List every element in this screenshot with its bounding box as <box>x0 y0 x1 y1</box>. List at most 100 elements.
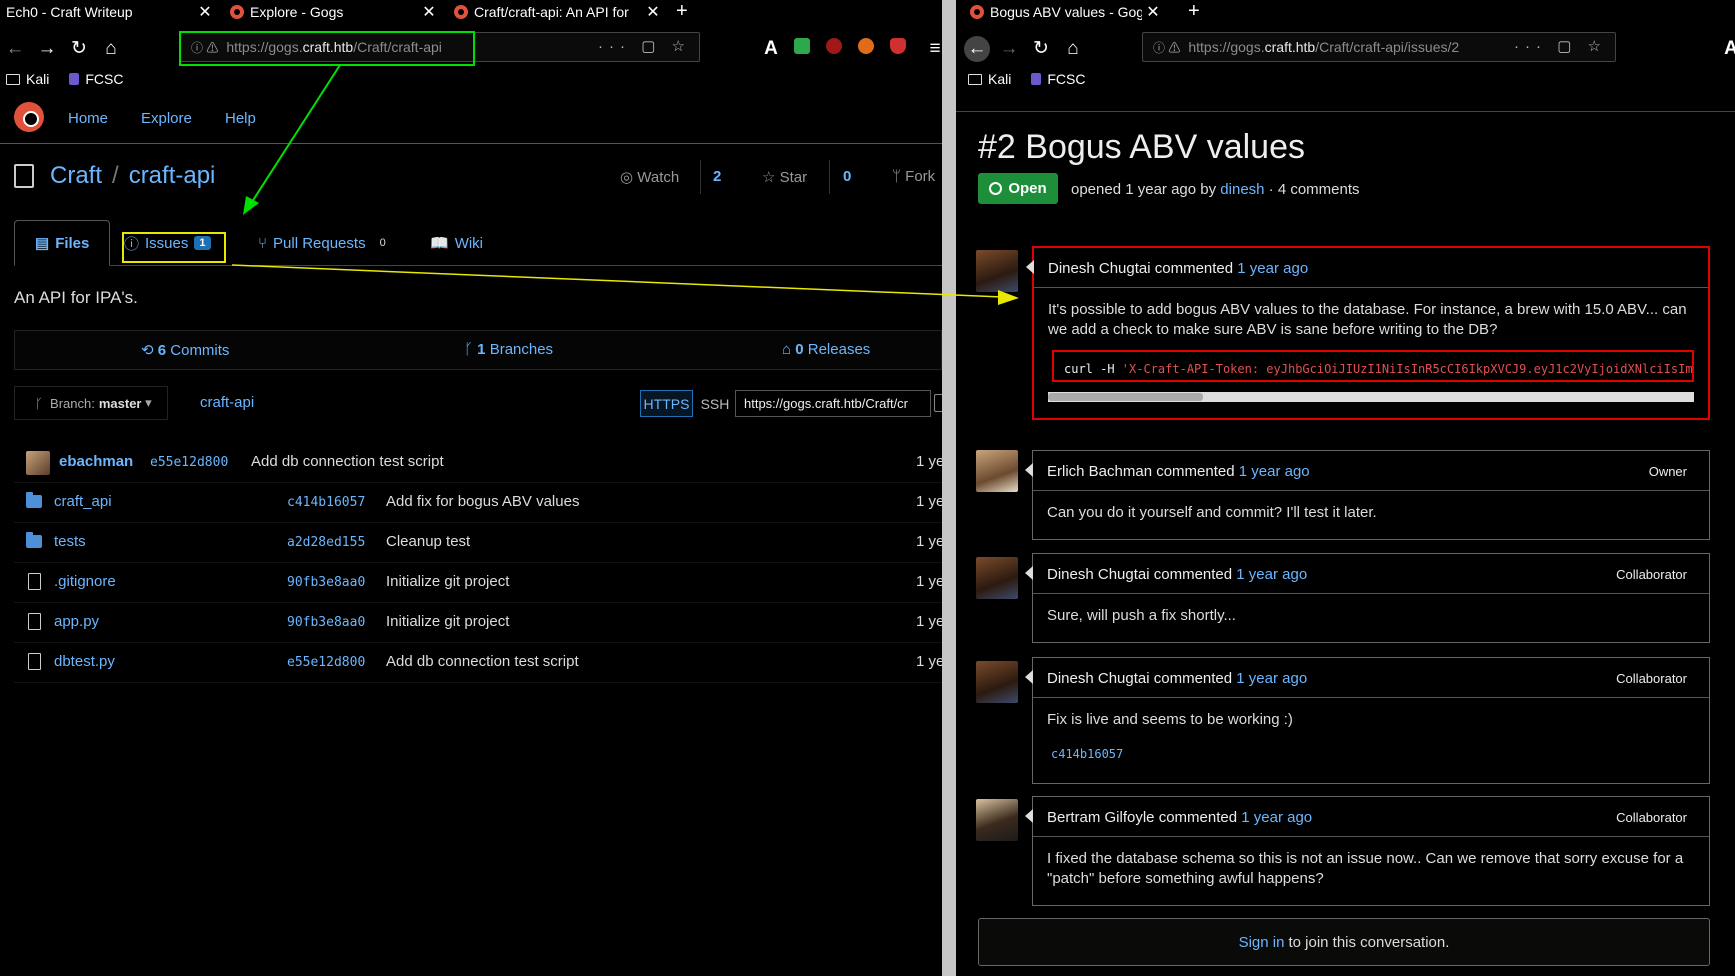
ublock-icon[interactable] <box>826 38 842 54</box>
comment-time-link[interactable]: 1 year ago <box>1236 566 1307 583</box>
tab-issues[interactable]: ⓘ Issues 1 <box>124 220 211 266</box>
close-icon[interactable]: ✕ <box>1142 2 1164 22</box>
home-icon[interactable]: ⌂ <box>98 36 124 62</box>
comment-body: Fix is live and seems to be working :) c… <box>1033 698 1709 776</box>
file-name-link[interactable]: dbtest.py <box>54 653 115 670</box>
file-name-link[interactable]: app.py <box>54 613 99 630</box>
page-actions-icon[interactable]: ··· ▢ ☆ <box>1514 37 1607 55</box>
new-tab-icon[interactable]: + <box>676 0 688 22</box>
avatar[interactable] <box>976 799 1018 841</box>
commit-sha-link[interactable]: e55e12d800 <box>287 655 365 670</box>
signin-link[interactable]: Sign in <box>1239 934 1285 951</box>
forward-icon[interactable]: → <box>996 36 1022 62</box>
clone-url-input[interactable]: https://gogs.craft.htb/Craft/cr <box>735 390 931 417</box>
horizontal-scrollbar[interactable] <box>1048 392 1694 402</box>
gogs-logo-icon[interactable] <box>14 102 44 132</box>
forward-icon[interactable]: → <box>34 36 60 62</box>
avatar[interactable] <box>976 661 1018 703</box>
new-tab-icon[interactable]: + <box>1188 0 1200 22</box>
role-badge: Collaborator <box>1616 810 1687 825</box>
branch-dropdown[interactable]: ᚴ Branch: master ▾ <box>14 386 168 420</box>
tab-explore[interactable]: Explore - Gogs ✕ <box>224 0 440 24</box>
comment-pointer <box>1026 260 1034 274</box>
comment-body: I fixed the database schema so this is n… <box>1047 850 1684 887</box>
repo-owner-link[interactable]: Craft <box>50 162 102 190</box>
ssh-button[interactable]: SSH <box>697 390 733 417</box>
tab-title: Explore - Gogs <box>250 4 344 20</box>
watch-button[interactable]: ◎ Watch <box>620 168 679 186</box>
commit-sha-link[interactable]: c414b16057 <box>287 495 365 510</box>
commit-sha-link[interactable]: e55e12d800 <box>150 455 228 470</box>
avatar[interactable] <box>976 557 1018 599</box>
commit-sha-link[interactable]: 90fb3e8aa0 <box>287 615 365 630</box>
bookmark-kali[interactable]: Kali <box>6 71 49 87</box>
back-icon[interactable]: ← <box>2 36 28 62</box>
avatar[interactable] <box>976 250 1018 292</box>
file-name-link[interactable]: craft_api <box>54 493 112 510</box>
comment-time-link[interactable]: 1 year ago <box>1239 463 1310 480</box>
close-icon[interactable]: ✕ <box>418 2 440 22</box>
url-domain: craft.htb <box>1264 39 1316 55</box>
branches-link[interactable]: ᚴ 1 Branches <box>464 341 553 358</box>
comment-text: It's possible to add bogus ABV values to… <box>1048 301 1687 338</box>
reload-icon[interactable]: ↻ <box>1028 36 1054 62</box>
tab-wiki[interactable]: 📖 Wiki <box>430 220 483 266</box>
tab-craft-api[interactable]: Craft/craft-api: An API for ✕ <box>448 0 664 24</box>
tab-writeup[interactable]: Ech0 - Craft Writeup ✕ <box>0 0 216 24</box>
bookmark-kali[interactable]: Kali <box>968 71 1011 87</box>
extension-green-icon[interactable] <box>794 38 810 54</box>
folder-icon <box>26 532 42 548</box>
watch-count[interactable]: 2 <box>713 168 721 185</box>
nav-home-link[interactable]: Home <box>68 110 108 127</box>
star-count[interactable]: 0 <box>843 168 851 185</box>
star-button[interactable]: ☆ Star <box>762 168 807 186</box>
comment-time-link[interactable]: 1 year ago <box>1237 260 1308 277</box>
bookmark-fcsc[interactable]: FCSC <box>69 71 123 87</box>
comment-time-link[interactable]: 1 year ago <box>1236 670 1307 687</box>
https-button[interactable]: HTTPS <box>640 390 693 417</box>
reader-icon[interactable]: A <box>1718 36 1735 62</box>
extension-fox-icon[interactable] <box>858 38 874 54</box>
url-bar[interactable]: ⓘ ⚠ https://gogs. craft.htb/Craft/craft-a… <box>180 32 700 62</box>
tag-icon: ⌂ <box>782 341 796 358</box>
right-browser-window: Bogus ABV values - Gogs ✕ + ← → ↻ ⌂ ⓘ ⚠ … <box>956 0 1735 976</box>
issue-title: #2 Bogus ABV values <box>978 128 1306 166</box>
file-name-link[interactable]: .gitignore <box>54 573 116 590</box>
url-bar[interactable]: ⓘ ⚠ https://gogs. craft.htb/Craft/craft-a… <box>1142 32 1616 62</box>
comment-verb: commented <box>1152 463 1239 480</box>
tab-bogus-abv[interactable]: Bogus ABV values - Gogs ✕ <box>964 0 1164 24</box>
author-link[interactable]: dinesh <box>1220 181 1264 198</box>
commit-sha-link[interactable]: a2d28ed155 <box>287 535 365 550</box>
comment-time-link[interactable]: 1 year ago <box>1241 809 1312 826</box>
avatar[interactable] <box>26 451 50 475</box>
releases-link[interactable]: ⌂ 0 Releases <box>782 341 870 358</box>
reader-icon[interactable]: A <box>758 36 784 62</box>
menu-icon[interactable]: ≡ <box>922 36 942 62</box>
bookmark-fcsc[interactable]: FCSC <box>1031 71 1085 87</box>
home-icon[interactable]: ⌂ <box>1060 36 1086 62</box>
fork-button[interactable]: ᛘ Fork <box>892 168 935 185</box>
tab-files[interactable]: ▤ Files <box>14 220 111 266</box>
copy-icon[interactable] <box>934 394 942 412</box>
issues-count-badge: 1 <box>194 236 211 250</box>
back-icon[interactable]: ← <box>964 36 990 62</box>
commit-author-link[interactable]: ebachman <box>59 453 133 470</box>
avatar[interactable] <box>976 450 1018 492</box>
close-icon[interactable]: ✕ <box>642 2 664 22</box>
repo-root-link[interactable]: craft-api <box>200 394 254 411</box>
file-name-link[interactable]: tests <box>54 533 86 550</box>
status-badge: Open <box>978 173 1058 204</box>
shield-icon[interactable] <box>890 38 906 54</box>
commit-sha-link[interactable]: c414b16057 <box>1051 747 1123 761</box>
reload-icon[interactable]: ↻ <box>66 36 92 62</box>
nav-help-link[interactable]: Help <box>225 110 256 127</box>
commit-sha-link[interactable]: 90fb3e8aa0 <box>287 575 365 590</box>
commits-link[interactable]: ⟲ 6 Commits <box>141 341 229 359</box>
nav-explore-link[interactable]: Explore <box>141 110 192 127</box>
page-actions-icon[interactable]: ··· ▢ ☆ <box>598 37 691 55</box>
watch-label: Watch <box>637 169 680 186</box>
close-icon[interactable]: ✕ <box>194 2 216 22</box>
scrollbar-thumb[interactable] <box>1048 393 1203 401</box>
tab-pull-requests[interactable]: ⑂ Pull Requests 0 <box>258 220 386 266</box>
repo-name-link[interactable]: craft-api <box>129 162 216 190</box>
